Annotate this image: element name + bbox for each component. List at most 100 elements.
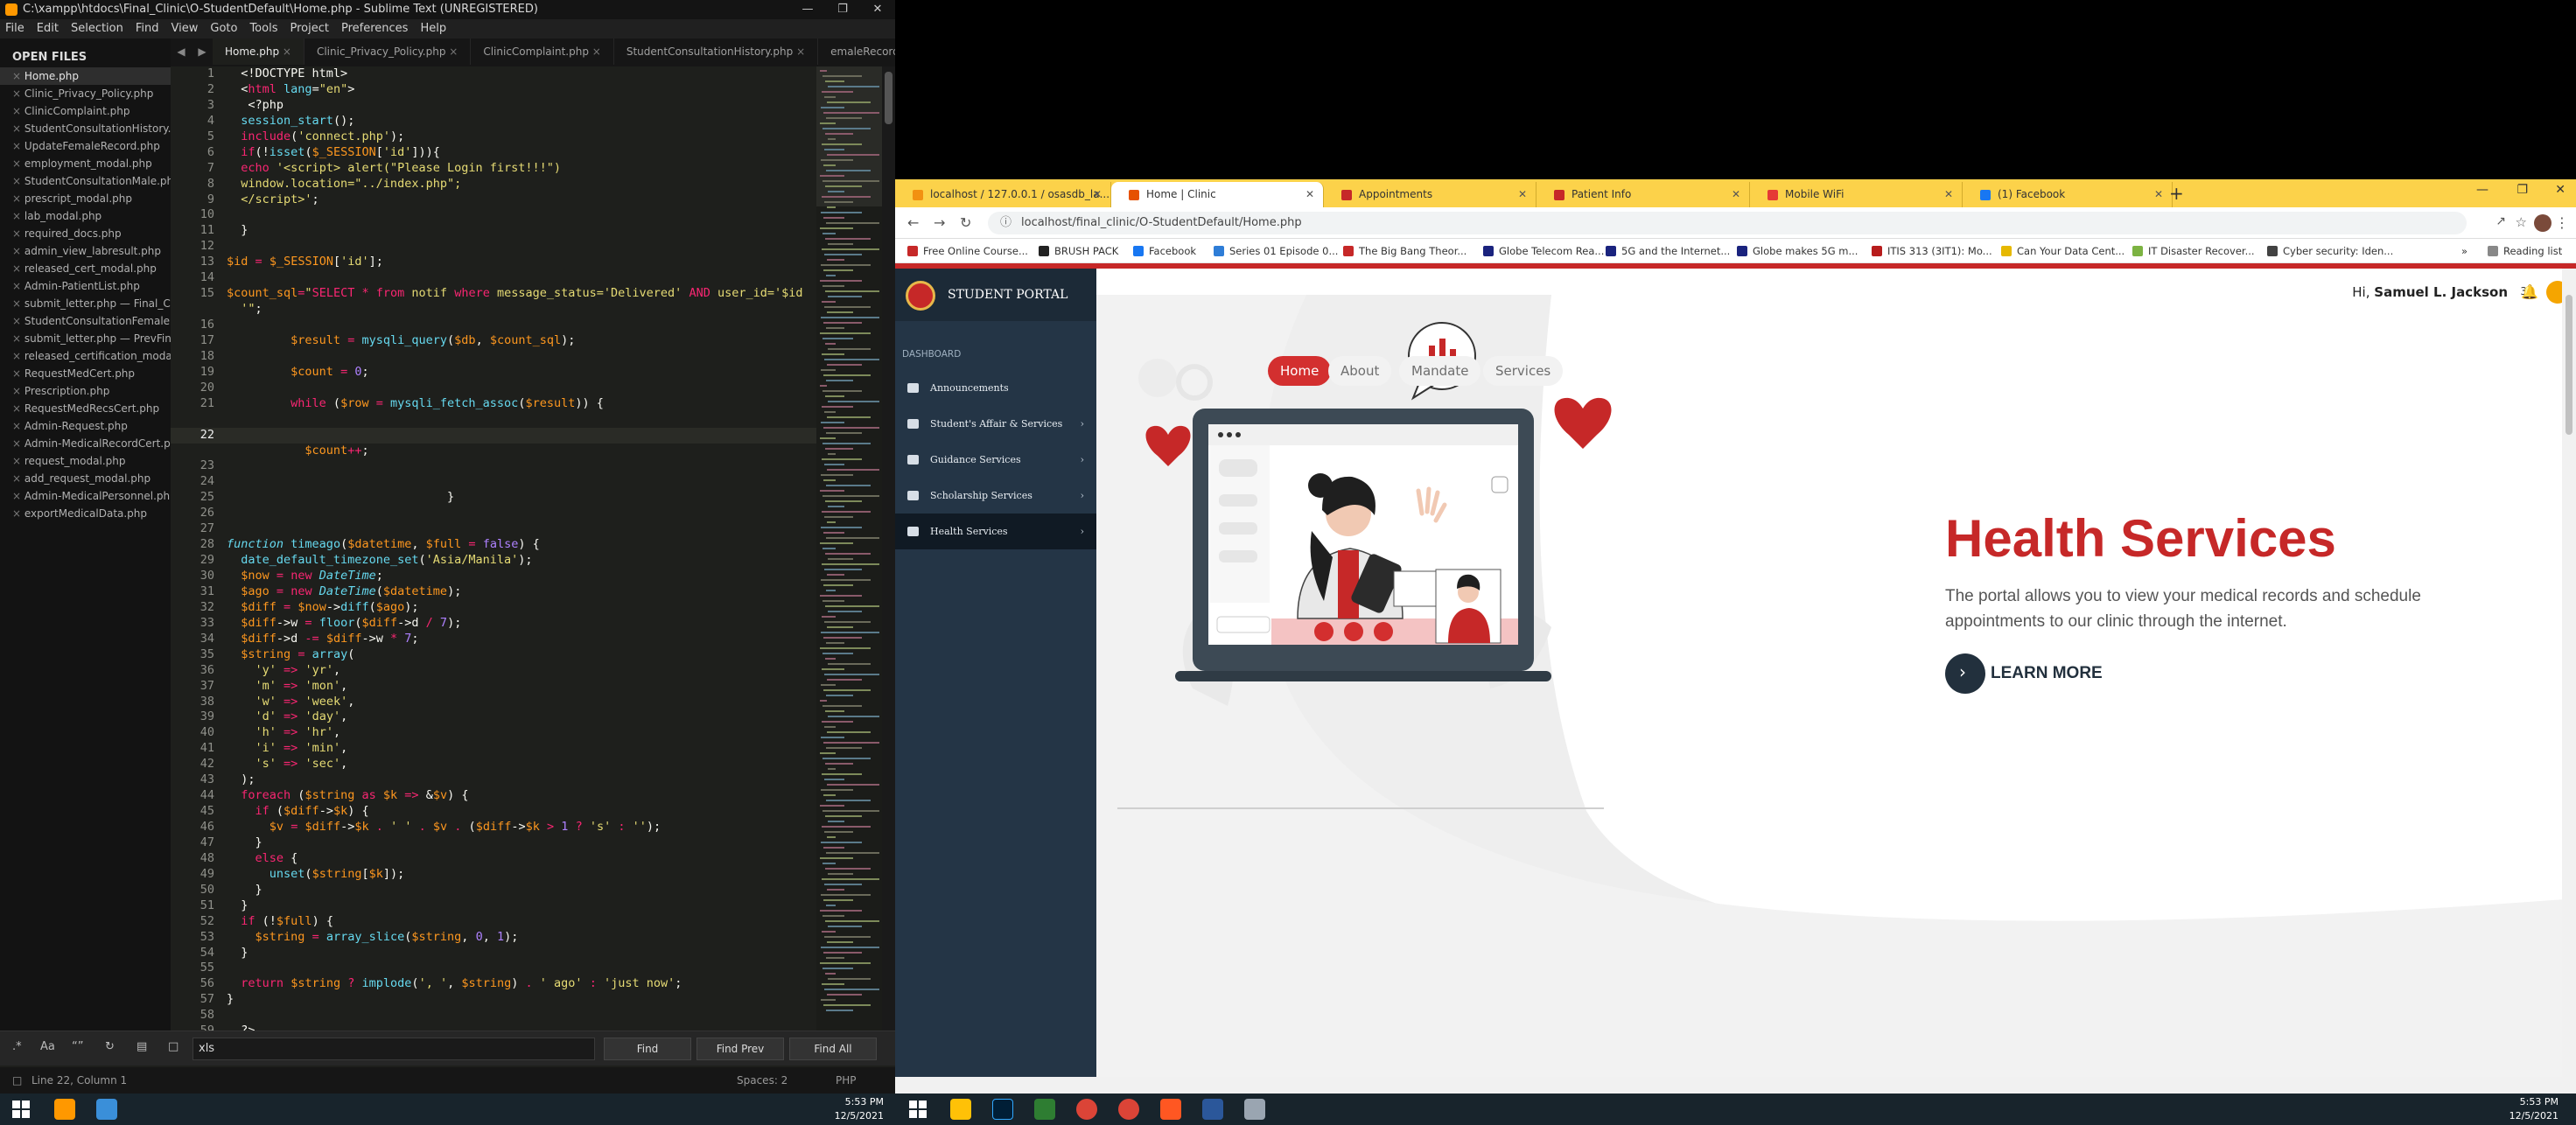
in-selection-toggle-icon[interactable]: ▤ [136,1040,147,1053]
close-file-icon[interactable]: × [12,122,24,135]
code-line[interactable]: 47 } [171,835,816,851]
reading-list[interactable]: Reading list [2488,245,2562,257]
sublime-text-taskbar-icon[interactable] [54,1099,75,1120]
share-icon[interactable]: ↗ [2496,214,2506,228]
find-button[interactable]: Find [604,1038,691,1060]
close-icon[interactable]: ✕ [860,0,895,19]
indentation-status[interactable]: Spaces: 2 [737,1067,788,1094]
open-file-item[interactable]: × StudentConsultationHistory.ph [0,120,171,137]
scrollbar-thumb[interactable] [885,72,892,124]
code-line[interactable]: 16 [171,318,816,333]
status-panel-icon[interactable]: □ [12,1067,22,1094]
close-file-icon[interactable]: × [12,157,24,170]
restore-browser-icon[interactable]: ❐ [2516,183,2528,197]
bookmarks-overflow-icon[interactable]: » [2461,245,2468,257]
bookmark-the-big-bang-theor[interactable]: The Big Bang Theor... [1343,245,1466,257]
open-file-item[interactable]: × required_docs.php [0,225,171,242]
code-line[interactable]: 23 [171,458,816,474]
open-file-item[interactable]: × exportMedicalData.php [0,505,171,522]
code-line[interactable]: 1 <!DOCTYPE html> [171,66,816,82]
bookmark-can-your-data-cent[interactable]: Can Your Data Cent... [2001,245,2124,257]
minimize-icon[interactable]: — [790,0,825,19]
code-line[interactable]: 52 if (!$full) { [171,914,816,930]
code-line[interactable]: 58 [171,1008,816,1024]
code-line[interactable]: 45 if ($diff->$k) { [171,804,816,820]
open-file-item[interactable]: × released_cert_modal.php [0,260,171,277]
code-line[interactable]: 48 else { [171,851,816,867]
code-line[interactable]: '"; [171,302,816,318]
wrap-toggle-icon[interactable]: ↻ [105,1040,115,1053]
code-line[interactable] [171,412,816,428]
code-line[interactable]: 40 'h' => 'hr', [171,725,816,741]
close-file-icon[interactable]: × [12,472,24,485]
open-file-item[interactable]: × prescript_modal.php [0,190,171,207]
code-line[interactable]: 33 $diff->w = floor($diff->d / 7); [171,616,816,632]
learn-more-button[interactable]: › [1945,653,1985,694]
menu-tools[interactable]: Tools [249,22,277,35]
browser-tab-localhost-127-0-0-1-osasdb-la[interactable]: localhost / 127.0.0.1 / osasdb_la... ✕ [895,182,1111,207]
chrome-icon[interactable] [1076,1099,1097,1120]
tab-close-icon[interactable]: × [589,45,601,58]
code-line[interactable]: 43 ); [171,772,816,788]
taskbar-app-icon-3[interactable] [1160,1099,1181,1120]
maximize-icon[interactable]: ❐ [825,0,860,19]
code-line[interactable]: 39 'd' => 'day', [171,709,816,725]
open-file-item[interactable]: × submit_letter.php — PrevFinal_ [0,330,171,347]
sidebar-item-student-s-affair-services[interactable]: Student's Affair & Services › [895,406,1096,442]
close-file-icon[interactable]: × [12,437,24,450]
file-explorer-icon[interactable] [950,1099,971,1120]
code-line[interactable]: 29 date_default_timezone_set('Asia/Manil… [171,553,816,569]
sidebar-item-announcements[interactable]: Announcements [895,370,1096,406]
code-line[interactable]: 51 } [171,898,816,914]
menu-preferences[interactable]: Preferences [341,22,408,35]
find-prev-button[interactable]: Find Prev [696,1038,784,1060]
tab-close-icon[interactable]: ✕ [1093,182,1102,207]
open-file-item[interactable]: × lab_modal.php [0,207,171,225]
close-file-icon[interactable]: × [12,420,24,432]
regex-toggle-icon[interactable]: .* [12,1040,22,1053]
bookmark-facebook[interactable]: Facebook [1133,245,1196,257]
open-file-item[interactable]: × admin_view_labresult.php [0,242,171,260]
code-line[interactable]: 53 $string = array_slice($string, 0, 1); [171,930,816,946]
bookmark-free-online-course[interactable]: Free Online Course... [907,245,1028,257]
tab-close-icon[interactable]: × [279,45,291,58]
code-line[interactable]: 7 echo '<script> alert("Please Login fir… [171,161,816,177]
menu-project[interactable]: Project [290,22,328,35]
bookmark-cyber-security-iden[interactable]: Cyber security: Iden... [2267,245,2393,257]
close-file-icon[interactable]: × [12,297,24,310]
tab-close-icon[interactable]: ✕ [1518,182,1527,207]
tab-close-icon[interactable]: ✕ [2154,182,2163,207]
minimap[interactable] [816,66,882,1031]
code-line[interactable]: 44 foreach ($string as $k => &$v) { [171,788,816,804]
code-line[interactable]: 6 if(!isset($_SESSION['id'])){ [171,145,816,161]
tab-studentconsultationhistory-php[interactable]: StudentConsultationHistory.php × [614,38,819,65]
code-line[interactable]: 25 } [171,490,816,506]
open-file-item[interactable]: × Home.php [0,67,171,85]
code-line[interactable]: 36 'y' => 'yr', [171,663,816,679]
code-line[interactable]: 18 [171,349,816,365]
find-all-button[interactable]: Find All [789,1038,877,1060]
open-file-item[interactable]: × RequestMedRecsCert.php [0,400,171,417]
find-input[interactable]: xls [192,1038,595,1060]
code-line[interactable]: 17 $result = mysqli_query($db, $count_sq… [171,333,816,349]
code-line[interactable]: 50 } [171,883,816,898]
code-line[interactable]: 32 $diff = $now->diff($ago); [171,600,816,616]
sidebar-item-guidance-services[interactable]: Guidance Services › [895,442,1096,478]
code-line[interactable]: 34 $diff->d -= $diff->w * 7; [171,632,816,647]
code-line[interactable]: 2 <html lang="en"> [171,82,816,98]
code-line[interactable]: 8 window.location="../index.php"; [171,177,816,192]
code-line[interactable]: $count++; [171,444,816,459]
close-file-icon[interactable]: × [12,210,24,222]
menu-help[interactable]: Help [420,22,446,35]
minimize-browser-icon[interactable]: — [2476,183,2488,197]
learn-more-label[interactable]: LEARN MORE [1991,664,2103,683]
menu-goto[interactable]: Goto [210,22,237,35]
close-file-icon[interactable]: × [12,192,24,205]
code-line[interactable]: 42 's' => 'sec', [171,757,816,772]
bookmark-brush-pack[interactable]: BRUSH PACK [1039,245,1118,257]
sidebar-item-scholarship-services[interactable]: Scholarship Services › [895,478,1096,514]
code-line[interactable]: 5 include('connect.php'); [171,129,816,145]
tab-close-icon[interactable]: ✕ [1944,182,1953,207]
open-file-item[interactable]: × submit_letter.php — Final_Clini [0,295,171,312]
tab-next-icon[interactable]: ▶ [192,38,213,65]
